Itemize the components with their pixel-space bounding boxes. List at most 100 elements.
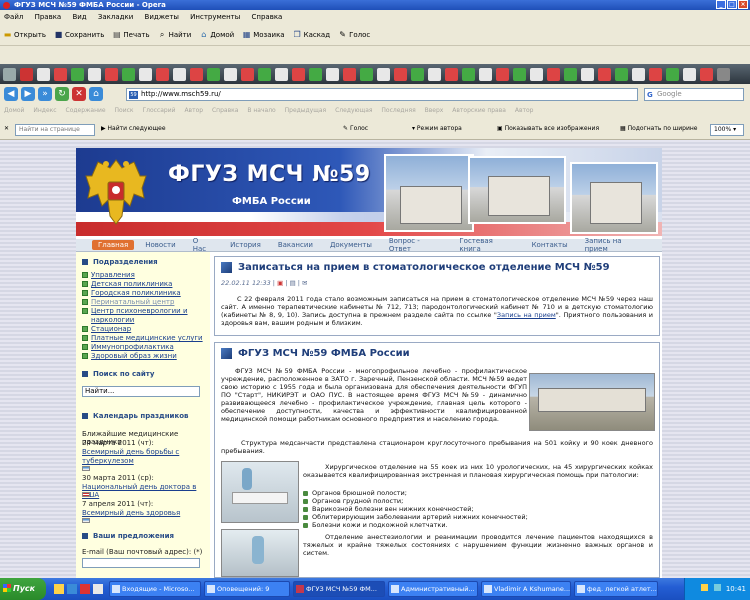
nav-link[interactable]: Индекс [33,107,56,114]
mosaic-button[interactable]: ▦ Мозаика [242,30,285,39]
taskbar-item[interactable]: Оповещений: 9 [204,581,290,597]
tab-icon[interactable] [581,67,594,81]
cascade-button[interactable]: ❐ Каскад [293,30,331,39]
taskbar-item[interactable]: фед. легкой атлет... [574,581,658,597]
tab-icon[interactable] [394,67,407,81]
tab-icon[interactable] [717,67,730,81]
tab-icon[interactable] [105,67,118,81]
site-search-input[interactable]: Найти... [82,386,200,397]
tab-icon[interactable] [88,67,101,81]
forward-button[interactable]: ▶ [21,87,35,101]
tab-icon[interactable] [207,67,220,81]
tab-icon[interactable] [54,67,67,81]
reload-button[interactable]: ↻ [55,87,69,101]
fit-width-button[interactable]: ▦ Подогнать по ширине [620,125,697,132]
nav-link[interactable]: Домой [4,107,24,114]
tab-icon[interactable] [598,67,611,81]
tab-icon[interactable] [20,67,33,81]
nav-link[interactable]: Глоссарий [142,107,175,114]
tab-icon[interactable] [258,67,271,81]
tab-icon[interactable] [445,67,458,81]
tab-icon[interactable] [139,67,152,81]
nav-contacts[interactable]: Контакты [532,241,568,249]
home-button[interactable]: ⌂ [89,87,103,101]
fast-forward-button[interactable]: » [38,87,52,101]
email-input[interactable] [82,558,200,568]
tab-icon[interactable] [309,67,322,81]
tab-icon[interactable] [411,67,424,81]
author-mode-button[interactable]: ▾ Режим автора [412,125,462,132]
tab-icon[interactable] [700,67,713,81]
tab-icon[interactable] [275,67,288,81]
menu-help[interactable]: Справка [252,13,283,21]
tab-icon[interactable] [292,67,305,81]
tab-icon[interactable] [326,67,339,81]
quick-launch-icon[interactable] [93,584,103,594]
voice-button[interactable]: ✎ Голос [343,125,368,132]
find-next-button[interactable]: ▶ Найти следующее [101,125,166,132]
tab-icon[interactable] [530,67,543,81]
url-field[interactable]: 59 http://www.msch59.ru/ [126,88,638,101]
quick-launch-icon[interactable] [80,584,90,594]
nav-link[interactable]: Содержание [66,107,106,114]
nav-link[interactable]: Следующая [335,107,372,114]
start-button[interactable]: Пуск [0,578,46,600]
home-button[interactable]: ⌂ Домой [199,30,234,39]
sidebar-link[interactable]: Управления [82,271,135,279]
nav-history[interactable]: История [230,241,261,249]
sidebar-link[interactable]: Здоровый образ жизни [82,352,177,360]
open-button[interactable]: ▬ Открыть [3,30,46,39]
nav-link[interactable]: Поиск [115,107,134,114]
tab-icon[interactable] [683,67,696,81]
sidebar-link[interactable]: наркологии [91,316,134,324]
nav-about[interactable]: О Нас [193,237,213,253]
nav-link[interactable]: Автор [515,107,534,114]
email-icon[interactable]: ✉ [302,279,307,287]
tab-icon[interactable] [71,67,84,81]
nav-qa[interactable]: Вопрос - Ответ [389,237,443,253]
nav-link[interactable]: Автор [184,107,203,114]
tab-icon[interactable] [666,67,679,81]
sidebar-link[interactable]: Перинатальный центр [82,298,174,306]
tray-icon[interactable] [701,584,709,591]
menu-widgets[interactable]: Виджеты [145,13,179,21]
pdf-icon[interactable]: ▣ [277,279,283,287]
close-button[interactable]: × [738,0,748,9]
nav-vacancies[interactable]: Вакансии [278,241,313,249]
nav-link[interactable]: Предыдущая [285,107,327,114]
minimize-button[interactable]: _ [716,0,726,9]
taskbar-item[interactable]: Входящие - Microso... [109,581,201,597]
menu-view[interactable]: Вид [72,13,86,21]
show-images-button[interactable]: ▣ Показывать все изображения [497,125,599,132]
tab-icon[interactable] [564,67,577,81]
nav-link[interactable]: Справка [212,107,238,114]
nav-link[interactable]: Авторские права [452,107,506,114]
sidebar-link[interactable]: Центр психоневрологии и [82,307,188,315]
close-find-icon[interactable]: ✕ [4,125,9,132]
tab-icon[interactable] [360,67,373,81]
find-input[interactable]: Найти на странице [15,124,95,136]
menu-file[interactable]: Файл [4,13,23,21]
tab-icon[interactable] [190,67,203,81]
nav-home[interactable]: Главная [92,240,135,250]
event-link[interactable]: Национальный день доктора в США [82,483,210,499]
voice-button[interactable]: ✎ Голос [338,30,370,39]
tab-icon[interactable] [343,67,356,81]
nav-link[interactable]: В начало [247,107,275,114]
event-link[interactable]: Всемирный день здоровья [82,509,180,517]
menu-bookmarks[interactable]: Закладки [98,13,133,21]
find-button[interactable]: ⌕ Найти [158,30,191,39]
print-icon[interactable]: ▤ [290,279,296,287]
nav-documents[interactable]: Документы [330,241,372,249]
sidebar-link[interactable]: Стационар [82,325,131,333]
taskbar-item[interactable]: Vladimir A Kshumane... [481,581,571,597]
tab-icon[interactable] [649,67,662,81]
taskbar-item[interactable]: Административный... [388,581,478,597]
tab-icon[interactable] [496,67,509,81]
stop-button[interactable]: ✕ [72,87,86,101]
tools-icon[interactable] [3,67,16,81]
menu-tools[interactable]: Инструменты [190,13,240,21]
quick-launch-icon[interactable] [54,584,64,594]
tab-icon[interactable] [377,67,390,81]
tab-icon[interactable] [122,67,135,81]
